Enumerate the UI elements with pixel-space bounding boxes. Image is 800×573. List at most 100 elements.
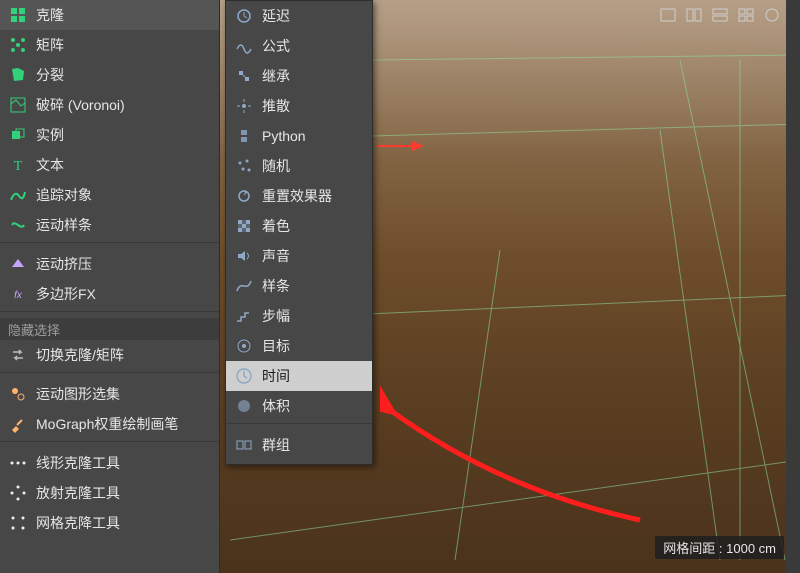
menu-item-tracer[interactable]: 追踪对象 xyxy=(0,180,219,210)
polyfx-icon: fx xyxy=(6,282,30,306)
menu-item-fracture[interactable]: 分裂 xyxy=(0,60,219,90)
menu-separator xyxy=(0,372,219,378)
menu-item-label: 破碎 (Voronoi) xyxy=(36,95,213,115)
menu-item-label: 克隆 xyxy=(36,5,213,25)
submenu-item-step[interactable]: 步幅 xyxy=(226,301,372,331)
right-panel-edge xyxy=(786,0,800,573)
menu-header-hidden: 隐藏选择 xyxy=(0,318,219,340)
push-icon xyxy=(232,94,256,118)
menu-item-label: 运动挤压 xyxy=(36,254,213,274)
submenu-item-target[interactable]: 目标 xyxy=(226,331,372,361)
menu-item-lineclone[interactable]: 线形克隆工具 xyxy=(0,448,219,478)
menu-item-label: 放射克隆工具 xyxy=(36,483,213,503)
view-layout-5-icon[interactable] xyxy=(762,6,782,24)
menu-separator xyxy=(0,311,219,317)
view-layout-2-icon[interactable] xyxy=(684,6,704,24)
weightbrush-icon xyxy=(6,412,30,436)
menu-item-gridclone[interactable]: 网格克降工具 xyxy=(0,508,219,538)
sound-icon xyxy=(232,244,256,268)
menu-separator xyxy=(226,423,372,429)
grid-spacing-label: 网格间距 : 1000 cm xyxy=(655,536,784,559)
submenu-item-random[interactable]: 随机 xyxy=(226,151,372,181)
submenu-item-label: 样条 xyxy=(262,276,366,296)
submenu-item-label: 延迟 xyxy=(262,6,366,26)
step-icon xyxy=(232,304,256,328)
menu-item-label: 追踪对象 xyxy=(36,185,213,205)
menu-item-weightbrush[interactable]: MoGraph权重绘制画笔 xyxy=(0,409,219,439)
submenu-item-label: 步幅 xyxy=(262,306,366,326)
submenu-item-label: 推散 xyxy=(262,96,366,116)
reset-effector-icon xyxy=(232,184,256,208)
fracture-icon xyxy=(6,63,30,87)
submenu-item-delay[interactable]: 延迟 xyxy=(226,1,372,31)
moselection-icon xyxy=(6,382,30,406)
submenu-item-time[interactable]: 时间 xyxy=(226,361,372,391)
view-layout-1-icon[interactable] xyxy=(658,6,678,24)
submenu-item-label: 声音 xyxy=(262,246,366,266)
submenu-item-shader[interactable]: 着色 xyxy=(226,211,372,241)
submenu-item-python[interactable]: Python xyxy=(226,121,372,151)
menu-item-label: 多边形FX xyxy=(36,284,213,304)
menu-item-label: 网格克降工具 xyxy=(36,513,213,533)
mograph-menu: 克隆 矩阵 分裂 破碎 (Voronoi) 实例 T 文本 xyxy=(0,0,220,573)
menu-separator xyxy=(0,441,219,447)
tracer-icon xyxy=(6,183,30,207)
menu-separator xyxy=(0,242,219,248)
text-icon: T xyxy=(6,153,30,177)
menu-item-mospline[interactable]: 运动样条 xyxy=(0,210,219,240)
submenu-item-label: 着色 xyxy=(262,216,366,236)
view-layout-4-icon[interactable] xyxy=(736,6,756,24)
swap-icon xyxy=(6,343,30,367)
submenu-item-label: 时间 xyxy=(262,366,366,386)
menu-item-label: 分裂 xyxy=(36,65,213,85)
menu-item-label: 切换克隆/矩阵 xyxy=(36,345,213,365)
submenu-item-inherit[interactable]: 继承 xyxy=(226,61,372,91)
menu-item-moselection[interactable]: 运动图形选集 xyxy=(0,379,219,409)
formula-icon xyxy=(232,34,256,58)
submenu-item-sound[interactable]: 声音 xyxy=(226,241,372,271)
submenu-item-label: 目标 xyxy=(262,336,366,356)
submenu-item-volume[interactable]: 体积 xyxy=(226,391,372,421)
matrix-icon xyxy=(6,33,30,57)
menu-item-moextrude[interactable]: 运动挤压 xyxy=(0,249,219,279)
submenu-item-push[interactable]: 推散 xyxy=(226,91,372,121)
effector-submenu: 延迟公式继承推散 Python 随机重置效果器着色声音样条步幅目标时间体积群组 xyxy=(225,0,373,465)
spline-icon xyxy=(232,274,256,298)
menu-item-matrix[interactable]: 矩阵 xyxy=(0,30,219,60)
voronoi-icon xyxy=(6,93,30,117)
radialclone-icon xyxy=(6,481,30,505)
submenu-item-reset-effector[interactable]: 重置效果器 xyxy=(226,181,372,211)
menu-item-label: 运动样条 xyxy=(36,215,213,235)
submenu-item-formula[interactable]: 公式 xyxy=(226,31,372,61)
submenu-item-label: 继承 xyxy=(262,66,366,86)
submenu-item-group[interactable]: 群组 xyxy=(226,430,372,460)
menu-item-swap[interactable]: 切换克隆/矩阵 xyxy=(0,340,219,370)
view-layout-3-icon[interactable] xyxy=(710,6,730,24)
clone-icon xyxy=(6,3,30,27)
menu-item-label: 线形克隆工具 xyxy=(36,453,213,473)
submenu-item-spline[interactable]: 样条 xyxy=(226,271,372,301)
submenu-item-label: Python xyxy=(262,128,366,144)
menu-item-radialclone[interactable]: 放射克隆工具 xyxy=(0,478,219,508)
svg-text:fx: fx xyxy=(14,290,23,301)
menu-item-label: MoGraph权重绘制画笔 xyxy=(36,414,213,434)
svg-text:T: T xyxy=(14,159,23,174)
mospline-icon xyxy=(6,213,30,237)
shader-icon xyxy=(232,214,256,238)
menu-item-label: 文本 xyxy=(36,155,213,175)
python-icon xyxy=(232,124,256,148)
menu-item-clone[interactable]: 克隆 xyxy=(0,0,219,30)
menu-item-label: 运动图形选集 xyxy=(36,384,213,404)
gridclone-icon xyxy=(6,511,30,535)
submenu-item-label: 公式 xyxy=(262,36,366,56)
submenu-item-label: 群组 xyxy=(262,435,366,455)
menu-item-voronoi[interactable]: 破碎 (Voronoi) xyxy=(0,90,219,120)
time-icon xyxy=(232,364,256,388)
menu-item-polyfx[interactable]: fx 多边形FX xyxy=(0,279,219,309)
submenu-item-label: 体积 xyxy=(262,396,366,416)
menu-item-label: 矩阵 xyxy=(36,35,213,55)
menu-item-instance[interactable]: 实例 xyxy=(0,120,219,150)
viewport-layout-toolbar xyxy=(658,3,782,27)
random-icon xyxy=(232,154,256,178)
menu-item-text[interactable]: T 文本 xyxy=(0,150,219,180)
